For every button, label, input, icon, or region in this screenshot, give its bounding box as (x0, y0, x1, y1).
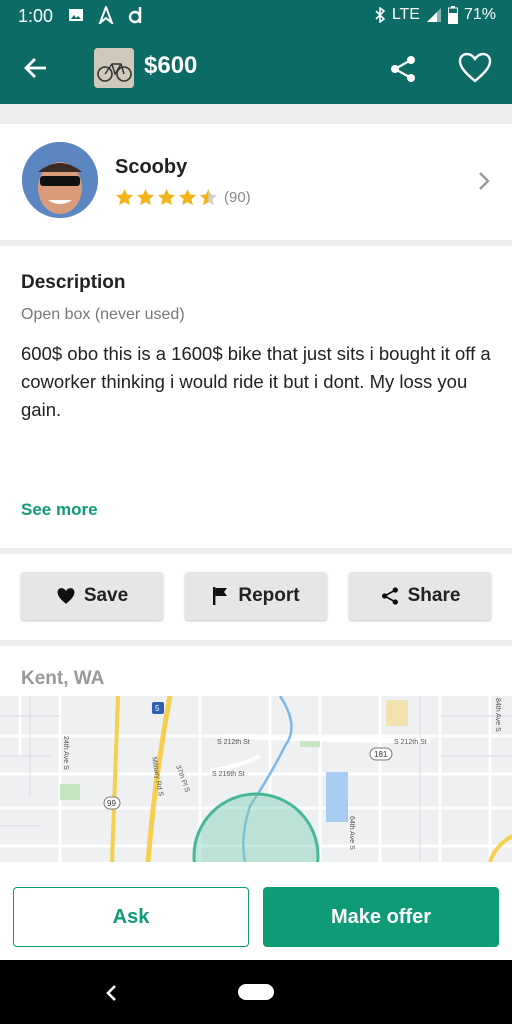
system-nav-bar (0, 960, 512, 1024)
location-section: Kent, WA (0, 646, 512, 696)
report-label: Report (238, 585, 300, 606)
app-notification-icon (98, 6, 114, 24)
seller-rating: (90) (115, 188, 251, 206)
highway-99-label: 99 (107, 799, 116, 808)
rating-count: (90) (224, 188, 251, 206)
map-graphic: 24th Ave S Military Rd S 37th Pl S S 212… (0, 696, 512, 862)
seller-card[interactable]: Scooby (90) (0, 124, 512, 240)
share-icon[interactable] (388, 54, 418, 84)
star-icon (178, 188, 197, 206)
app-bar: $600 (0, 32, 512, 104)
nav-home-pill[interactable] (238, 984, 274, 1000)
avatar-photo (22, 142, 98, 218)
listing-price: $600 (144, 52, 198, 79)
make-offer-button[interactable]: Make offer (263, 887, 499, 947)
description-text: 600$ obo this is a 1600$ bike that just … (21, 343, 491, 420)
item-condition: Open box (never used) (21, 306, 185, 323)
star-icon (136, 188, 155, 206)
heart-icon (57, 588, 75, 604)
status-bar: 1:00 LTE 71% (0, 0, 512, 32)
location-map[interactable]: 24th Ave S Military Rd S 37th Pl S S 212… (0, 696, 512, 862)
listing-thumbnail[interactable] (94, 48, 134, 88)
half-star-icon (199, 188, 218, 206)
nav-back-icon[interactable] (104, 984, 118, 1002)
share-icon (381, 587, 398, 605)
map-street-label: S 212th St (394, 739, 427, 746)
notification-icons (68, 6, 144, 24)
system-status: LTE 71% (374, 6, 496, 24)
image-notification-icon (69, 9, 83, 21)
save-button[interactable]: Save (21, 572, 163, 620)
save-label: Save (83, 585, 129, 606)
report-button[interactable]: Report (185, 572, 327, 620)
network-type: LTE (391, 6, 420, 23)
see-more-link[interactable]: See more (21, 500, 98, 520)
star-icon (157, 188, 176, 206)
description-card: Description Open box (never used) 600$ o… (0, 246, 512, 548)
share-label: Share (407, 585, 461, 606)
favorite-heart-icon[interactable] (458, 52, 492, 84)
description-heading: Description (21, 272, 126, 293)
map-street-label: 24th Ave S (62, 736, 69, 770)
highway-181-label: 181 (374, 750, 388, 759)
back-arrow-icon[interactable] (22, 54, 50, 82)
map-street-label: S 212th St (217, 739, 250, 746)
seller-avatar[interactable] (22, 142, 98, 218)
bottom-action-bar: Ask Make offer (0, 862, 512, 960)
bluetooth-icon (375, 7, 386, 23)
flag-icon (213, 587, 228, 605)
interstate-5-label: 5 (155, 704, 160, 713)
share-button[interactable]: Share (349, 572, 491, 620)
map-street-label: 64th Ave S (348, 816, 355, 850)
map-street-label: S 216th St (212, 771, 245, 778)
signal-icon (426, 8, 441, 22)
action-buttons: Save Report Share (0, 554, 512, 640)
battery-icon (447, 6, 458, 24)
battery-level: 71% (463, 6, 496, 23)
d-notification-icon (128, 7, 142, 24)
seller-name: Scooby (115, 156, 188, 178)
status-time: 1:00 (18, 6, 54, 26)
location-label: Kent, WA (21, 668, 105, 689)
ask-button[interactable]: Ask (13, 887, 249, 947)
star-icon (115, 188, 134, 206)
map-street-label: 84th Ave S (494, 698, 501, 732)
bike-thumbnail-icon (94, 48, 134, 88)
chevron-right-icon[interactable] (476, 170, 492, 192)
